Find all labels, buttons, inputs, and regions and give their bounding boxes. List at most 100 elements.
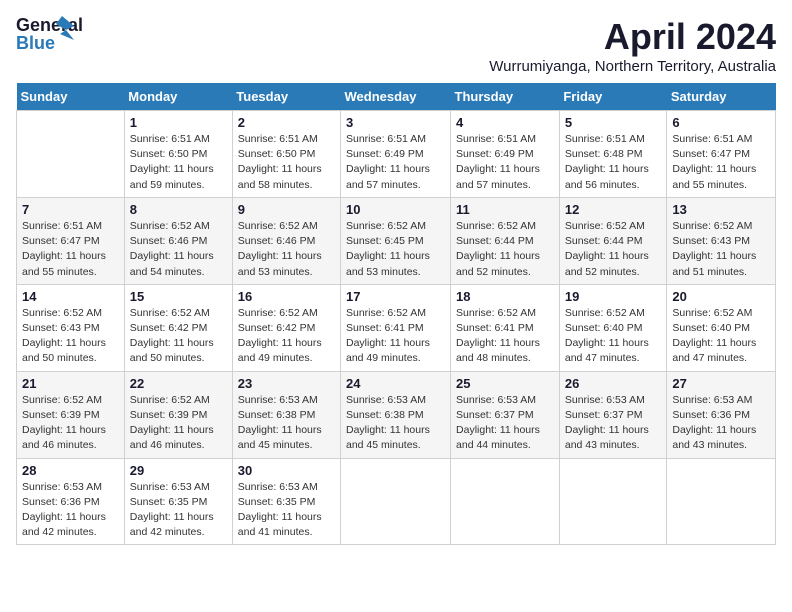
day-info: Sunrise: 6:51 AM Sunset: 6:50 PM Dayligh… bbox=[238, 132, 335, 193]
calendar-cell: 12 Sunrise: 6:52 AM Sunset: 6:44 PM Dayli… bbox=[559, 197, 667, 284]
day-number: 28 bbox=[22, 463, 119, 478]
month-title: April 2024 bbox=[489, 16, 776, 58]
day-info: Sunrise: 6:52 AM Sunset: 6:41 PM Dayligh… bbox=[456, 306, 554, 367]
col-header-friday: Friday bbox=[559, 83, 667, 111]
day-number: 7 bbox=[22, 202, 119, 217]
day-info: Sunrise: 6:53 AM Sunset: 6:35 PM Dayligh… bbox=[130, 480, 227, 541]
day-info: Sunrise: 6:52 AM Sunset: 6:44 PM Dayligh… bbox=[565, 219, 662, 280]
day-info: Sunrise: 6:51 AM Sunset: 6:49 PM Dayligh… bbox=[456, 132, 554, 193]
day-info: Sunrise: 6:53 AM Sunset: 6:36 PM Dayligh… bbox=[22, 480, 119, 541]
calendar-cell: 2 Sunrise: 6:51 AM Sunset: 6:50 PM Daylig… bbox=[232, 111, 340, 198]
day-number: 26 bbox=[565, 376, 662, 391]
day-info: Sunrise: 6:52 AM Sunset: 6:43 PM Dayligh… bbox=[672, 219, 770, 280]
calendar-cell: 24 Sunrise: 6:53 AM Sunset: 6:38 PM Dayli… bbox=[341, 371, 451, 458]
day-number: 15 bbox=[130, 289, 227, 304]
calendar-cell: 18 Sunrise: 6:52 AM Sunset: 6:41 PM Dayli… bbox=[451, 284, 560, 371]
day-number: 12 bbox=[565, 202, 662, 217]
calendar-cell: 15 Sunrise: 6:52 AM Sunset: 6:42 PM Dayli… bbox=[124, 284, 232, 371]
calendar-cell: 11 Sunrise: 6:52 AM Sunset: 6:44 PM Dayli… bbox=[451, 197, 560, 284]
day-info: Sunrise: 6:52 AM Sunset: 6:44 PM Dayligh… bbox=[456, 219, 554, 280]
day-info: Sunrise: 6:51 AM Sunset: 6:50 PM Dayligh… bbox=[130, 132, 227, 193]
day-number: 9 bbox=[238, 202, 335, 217]
calendar-cell bbox=[667, 458, 776, 545]
calendar-cell: 5 Sunrise: 6:51 AM Sunset: 6:48 PM Daylig… bbox=[559, 111, 667, 198]
day-number: 16 bbox=[238, 289, 335, 304]
calendar-cell: 7 Sunrise: 6:51 AM Sunset: 6:47 PM Daylig… bbox=[17, 197, 125, 284]
page-header: General Blue April 2024 Wurrumiyanga, No… bbox=[16, 16, 776, 75]
day-number: 22 bbox=[130, 376, 227, 391]
calendar-cell: 21 Sunrise: 6:52 AM Sunset: 6:39 PM Dayli… bbox=[17, 371, 125, 458]
calendar-cell bbox=[559, 458, 667, 545]
calendar-cell: 16 Sunrise: 6:52 AM Sunset: 6:42 PM Dayli… bbox=[232, 284, 340, 371]
calendar-cell: 14Sunrise: 6:52 AM Sunset: 6:43 PM Dayli… bbox=[17, 284, 125, 371]
calendar-cell: 22 Sunrise: 6:52 AM Sunset: 6:39 PM Dayli… bbox=[124, 371, 232, 458]
day-number: 10 bbox=[346, 202, 445, 217]
day-info: Sunrise: 6:51 AM Sunset: 6:48 PM Dayligh… bbox=[565, 132, 662, 193]
day-info: Sunrise: 6:53 AM Sunset: 6:38 PM Dayligh… bbox=[238, 393, 335, 454]
col-header-thursday: Thursday bbox=[451, 83, 560, 111]
day-number: 19 bbox=[565, 289, 662, 304]
day-info: Sunrise: 6:52 AM Sunset: 6:40 PM Dayligh… bbox=[672, 306, 770, 367]
day-info: Sunrise: 6:53 AM Sunset: 6:38 PM Dayligh… bbox=[346, 393, 445, 454]
day-info: Sunrise: 6:52 AM Sunset: 6:43 PM Dayligh… bbox=[22, 306, 119, 367]
title-block: April 2024 Wurrumiyanga, Northern Territ… bbox=[489, 16, 776, 75]
day-info: Sunrise: 6:53 AM Sunset: 6:37 PM Dayligh… bbox=[456, 393, 554, 454]
day-info: Sunrise: 6:53 AM Sunset: 6:37 PM Dayligh… bbox=[565, 393, 662, 454]
day-info: Sunrise: 6:52 AM Sunset: 6:45 PM Dayligh… bbox=[346, 219, 445, 280]
calendar-cell: 10 Sunrise: 6:52 AM Sunset: 6:45 PM Dayli… bbox=[341, 197, 451, 284]
day-number: 23 bbox=[238, 376, 335, 391]
day-info: Sunrise: 6:53 AM Sunset: 6:35 PM Dayligh… bbox=[238, 480, 335, 541]
day-number: 2 bbox=[238, 115, 335, 130]
calendar-cell: 8Sunrise: 6:52 AM Sunset: 6:46 PM Daylig… bbox=[124, 197, 232, 284]
day-info: Sunrise: 6:52 AM Sunset: 6:41 PM Dayligh… bbox=[346, 306, 445, 367]
calendar-cell: 3 Sunrise: 6:51 AM Sunset: 6:49 PM Daylig… bbox=[341, 111, 451, 198]
col-header-tuesday: Tuesday bbox=[232, 83, 340, 111]
day-info: Sunrise: 6:52 AM Sunset: 6:39 PM Dayligh… bbox=[130, 393, 227, 454]
day-info: Sunrise: 6:53 AM Sunset: 6:36 PM Dayligh… bbox=[672, 393, 770, 454]
day-info: Sunrise: 6:51 AM Sunset: 6:47 PM Dayligh… bbox=[22, 219, 119, 280]
logo: General Blue bbox=[16, 16, 64, 56]
day-number: 24 bbox=[346, 376, 445, 391]
day-info: Sunrise: 6:52 AM Sunset: 6:40 PM Dayligh… bbox=[565, 306, 662, 367]
calendar-cell: 17 Sunrise: 6:52 AM Sunset: 6:41 PM Dayli… bbox=[341, 284, 451, 371]
calendar-cell bbox=[17, 111, 125, 198]
day-number: 3 bbox=[346, 115, 445, 130]
col-header-sunday: Sunday bbox=[17, 83, 125, 111]
day-number: 5 bbox=[565, 115, 662, 130]
location-subtitle: Wurrumiyanga, Northern Territory, Austra… bbox=[489, 58, 776, 75]
day-number: 20 bbox=[672, 289, 770, 304]
day-number: 6 bbox=[672, 115, 770, 130]
calendar-cell: 13 Sunrise: 6:52 AM Sunset: 6:43 PM Dayli… bbox=[667, 197, 776, 284]
calendar-cell: 29 Sunrise: 6:53 AM Sunset: 6:35 PM Dayli… bbox=[124, 458, 232, 545]
day-number: 17 bbox=[346, 289, 445, 304]
calendar-cell bbox=[341, 458, 451, 545]
day-number: 18 bbox=[456, 289, 554, 304]
day-info: Sunrise: 6:52 AM Sunset: 6:39 PM Dayligh… bbox=[22, 393, 119, 454]
day-info: Sunrise: 6:52 AM Sunset: 6:46 PM Dayligh… bbox=[130, 219, 227, 280]
calendar-cell: 26 Sunrise: 6:53 AM Sunset: 6:37 PM Dayli… bbox=[559, 371, 667, 458]
calendar-cell: 25 Sunrise: 6:53 AM Sunset: 6:37 PM Dayli… bbox=[451, 371, 560, 458]
calendar-cell: 28 Sunrise: 6:53 AM Sunset: 6:36 PM Dayli… bbox=[17, 458, 125, 545]
day-number: 29 bbox=[130, 463, 227, 478]
calendar-cell: 27 Sunrise: 6:53 AM Sunset: 6:36 PM Dayli… bbox=[667, 371, 776, 458]
day-number: 27 bbox=[672, 376, 770, 391]
calendar-cell: 20 Sunrise: 6:52 AM Sunset: 6:40 PM Dayli… bbox=[667, 284, 776, 371]
day-info: Sunrise: 6:51 AM Sunset: 6:47 PM Dayligh… bbox=[672, 132, 770, 193]
day-number: 1 bbox=[130, 115, 227, 130]
calendar-cell: 4 Sunrise: 6:51 AM Sunset: 6:49 PM Daylig… bbox=[451, 111, 560, 198]
day-info: Sunrise: 6:52 AM Sunset: 6:46 PM Dayligh… bbox=[238, 219, 335, 280]
calendar-cell: 1 Sunrise: 6:51 AM Sunset: 6:50 PM Daylig… bbox=[124, 111, 232, 198]
day-info: Sunrise: 6:51 AM Sunset: 6:49 PM Dayligh… bbox=[346, 132, 445, 193]
calendar-cell: 19 Sunrise: 6:52 AM Sunset: 6:40 PM Dayli… bbox=[559, 284, 667, 371]
day-info: Sunrise: 6:52 AM Sunset: 6:42 PM Dayligh… bbox=[238, 306, 335, 367]
day-number: 21 bbox=[22, 376, 119, 391]
day-number: 11 bbox=[456, 202, 554, 217]
calendar-cell: 30 Sunrise: 6:53 AM Sunset: 6:35 PM Dayli… bbox=[232, 458, 340, 545]
day-number: 25 bbox=[456, 376, 554, 391]
day-number: 13 bbox=[672, 202, 770, 217]
day-info: Sunrise: 6:52 AM Sunset: 6:42 PM Dayligh… bbox=[130, 306, 227, 367]
col-header-wednesday: Wednesday bbox=[341, 83, 451, 111]
calendar-cell bbox=[451, 458, 560, 545]
day-number: 4 bbox=[456, 115, 554, 130]
day-number: 30 bbox=[238, 463, 335, 478]
